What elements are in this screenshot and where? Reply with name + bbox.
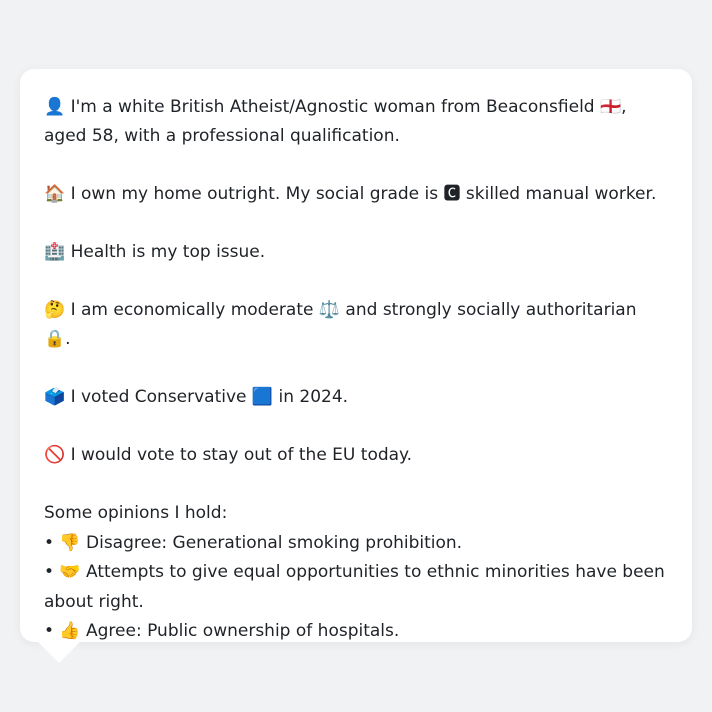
- opinion-item: • 👎 Disagree: Generational smoking prohi…: [44, 532, 463, 553]
- eu-stance-text: 🚫 I would vote to stay out of the EU tod…: [44, 445, 413, 465]
- opinion-item: • 🤝 Attempts to give equal opportunities…: [44, 562, 665, 612]
- opinions-section: Some opinions I hold: • 👎 Disagree: Gene…: [44, 499, 668, 647]
- identity-text: 👤 I'm a white British Atheist/Agnostic w…: [44, 97, 627, 146]
- top-issue-text: 🏥 Health is my top issue.: [44, 242, 266, 262]
- home-text: 🏠 I own my home outright. My social grad…: [44, 184, 657, 204]
- speech-bubble-tail: [38, 642, 80, 663]
- opinion-item: • 👍 Agree: Public ownership of hospitals…: [44, 621, 400, 641]
- persona-card: 👤 I'm a white British Atheist/Agnostic w…: [20, 69, 692, 642]
- political-stance-text: 🤔 I am economically moderate ⚖️ and stro…: [44, 300, 637, 349]
- vote-text: 🗳️ I voted Conservative 🟦 in 2024.: [44, 387, 349, 407]
- opinions-heading: Some opinions I hold:: [44, 503, 228, 523]
